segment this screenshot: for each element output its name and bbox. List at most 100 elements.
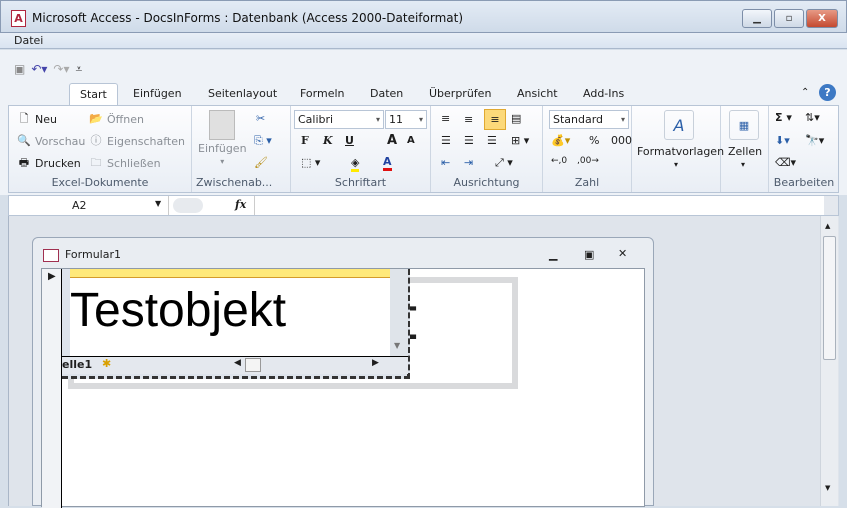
autosum-icon[interactable]: Σ ▾ [775, 111, 792, 124]
font-size-combo[interactable]: 11 ▾ [385, 110, 427, 129]
record-selector[interactable]: ▶ [42, 269, 62, 508]
align-middle-icon[interactable]: ≡ [464, 113, 473, 126]
form-close-button[interactable]: ✕ [618, 247, 627, 260]
form-window: Formular1 ▁ ▣ ✕ ▶ t Testobjekt ▼ elle1 ✱… [32, 237, 654, 508]
minimize-ribbon-icon[interactable]: ⌃ [801, 87, 809, 98]
tab-start[interactable]: Start [69, 83, 118, 105]
embedded-excel-object[interactable]: Testobjekt ▼ elle1 ✱ ◀ ▶ [62, 269, 410, 379]
vertical-scrollbar[interactable]: ▲ ▼ [820, 216, 838, 506]
grow-font-icon[interactable]: A [387, 133, 397, 148]
tab-einfuegen[interactable]: Einfügen [123, 83, 192, 105]
styles-icon[interactable]: A [664, 110, 694, 140]
bold-button[interactable]: F [301, 134, 309, 147]
column-header-highlight [70, 269, 390, 277]
align-center-icon[interactable]: ☰ [464, 134, 474, 147]
chevron-down-icon[interactable]: ▾ [741, 160, 745, 169]
tab-ansicht[interactable]: Ansicht [507, 83, 568, 105]
clear-icon[interactable]: ⌫▾ [775, 156, 796, 169]
tab-daten[interactable]: Daten [360, 83, 413, 105]
group-ausrichtung: ≡ ≡ ≡ ▤ ☰ ☰ ☰ ⊞ ▾ ⇤ ⇥ ⤢ ▾ Ausrichtung [431, 106, 543, 192]
increase-decimal-icon[interactable]: ←,0 [551, 156, 567, 166]
find-icon[interactable]: 🔭▾ [805, 134, 824, 147]
tab-seitenlayout[interactable]: Seitenlayout [198, 83, 287, 105]
border-icon[interactable]: ⬚ ▾ [301, 156, 320, 169]
sort-filter-icon[interactable]: ⇅▾ [805, 111, 820, 124]
align-left-icon[interactable]: ☰ [441, 134, 451, 147]
printer-icon: 🖶 [18, 156, 30, 169]
font-color-icon[interactable]: A [383, 155, 392, 171]
scroll-right-icon[interactable]: ▶ [372, 358, 379, 368]
form-minimize-button[interactable]: ▁ [549, 248, 557, 261]
sheet-tab[interactable]: elle1 [62, 358, 92, 371]
close-button[interactable]: X [806, 9, 838, 28]
group-zwischenablage: Einfügen ▾ ✂ ⎘ ▾ 🖌 Zwischenab... [192, 106, 291, 192]
currency-icon[interactable]: 💰▾ [551, 134, 570, 147]
access-app-icon[interactable]: A [11, 10, 26, 27]
drucken-button[interactable]: 🖶 Drucken [17, 156, 81, 170]
percent-button[interactable]: % [589, 134, 599, 147]
underline-button[interactable]: U [345, 134, 354, 147]
customize-qat-icon[interactable]: ⩡ [76, 62, 83, 77]
font-name-combo[interactable]: Calibri ▾ [294, 110, 384, 129]
scroll-thumb[interactable] [823, 236, 836, 360]
tab-formeln[interactable]: Formeln [290, 83, 355, 105]
formula-input[interactable] [254, 196, 824, 215]
vorschau-button[interactable]: 🔍 Vorschau [17, 134, 85, 148]
menu-datei[interactable]: Datei [14, 34, 43, 47]
vorschau-label: Vorschau [35, 134, 86, 148]
decrease-decimal-icon[interactable]: ,00→ [577, 156, 599, 166]
sheet-tab-bar: elle1 ✱ ◀ ▶ [62, 356, 408, 374]
shrink-font-icon[interactable]: A [407, 135, 415, 146]
scroll-down-icon[interactable]: ▼ [394, 341, 400, 350]
help-icon[interactable]: ? [819, 84, 836, 101]
ribbon: 🗋 Neu 📂 Öffnen 🔍 Vorschau ⓘ Eigenschaften 🖶 D… [8, 105, 839, 193]
redo-icon[interactable]: ↷▾ [53, 62, 69, 76]
restore-button[interactable]: ▫ [774, 9, 804, 28]
italic-button[interactable]: K [323, 134, 333, 147]
insert-function-button[interactable]: fx [235, 198, 246, 211]
copy-icon[interactable]: ⎘ ▾ [254, 134, 272, 148]
schliessen-button[interactable]: 🗀 Schließen [89, 156, 161, 170]
name-box[interactable]: A2 ▼ [9, 196, 169, 215]
wrap-text-icon[interactable]: ▤ [511, 112, 521, 125]
new-sheet-icon[interactable]: ✱ [102, 357, 111, 370]
number-format-combo[interactable]: Standard ▾ [549, 110, 629, 129]
form-restore-button[interactable]: ▣ [584, 248, 594, 261]
neu-button[interactable]: 🗋 Neu [17, 112, 57, 126]
scroll-down-icon[interactable]: ▼ [825, 484, 830, 492]
ole-vertical-scrollbar[interactable]: ▼ [390, 269, 408, 356]
thousands-button[interactable]: 000 [611, 134, 632, 147]
align-top-icon[interactable]: ≡ [441, 112, 450, 125]
cut-icon[interactable]: ✂ [256, 112, 265, 125]
formula-expand-button[interactable] [824, 196, 838, 215]
einfuegen-button[interactable]: Einfügen ▾ [198, 110, 247, 166]
tab-ueberpruefen[interactable]: Überprüfen [419, 83, 501, 105]
fill-icon[interactable]: ⬇▾ [775, 134, 790, 147]
oeffnen-button[interactable]: 📂 Öffnen [89, 112, 144, 126]
align-bottom-icon[interactable]: ≡ [484, 109, 506, 130]
formatvorlagen-button[interactable]: Formatvorlagen [637, 145, 724, 158]
scroll-up-icon[interactable]: ▲ [825, 222, 830, 230]
tab-addins[interactable]: Add-Ins [573, 83, 634, 105]
align-right-icon[interactable]: ☰ [487, 134, 497, 147]
save-icon[interactable]: ▣ [14, 62, 25, 76]
eigenschaften-button[interactable]: ⓘ Eigenschaften [89, 134, 185, 148]
horizontal-scroll-thumb[interactable] [245, 358, 261, 372]
increase-indent-icon[interactable]: ⇥ [464, 156, 473, 169]
current-record-icon: ▶ [48, 271, 56, 282]
merge-center-icon[interactable]: ⊞ ▾ [511, 134, 529, 147]
formula-splitter[interactable] [173, 198, 203, 213]
minimize-button[interactable]: ▁ [742, 9, 772, 28]
fill-color-icon[interactable]: ◈ [351, 156, 360, 172]
properties-icon: ⓘ [90, 134, 102, 147]
orientation-icon[interactable]: ⤢ ▾ [495, 156, 513, 170]
zellen-button[interactable]: Zellen [728, 145, 762, 158]
open-folder-icon: 📂 [89, 112, 103, 125]
format-painter-icon[interactable]: 🖌 [254, 156, 268, 169]
decrease-indent-icon[interactable]: ⇤ [441, 156, 450, 169]
cells-icon[interactable]: ▦ [729, 110, 759, 140]
scroll-left-icon[interactable]: ◀ [234, 358, 241, 368]
chevron-down-icon[interactable]: ▼ [155, 199, 161, 208]
chevron-down-icon[interactable]: ▾ [674, 160, 678, 169]
undo-icon[interactable]: ↶▾ [31, 62, 47, 76]
